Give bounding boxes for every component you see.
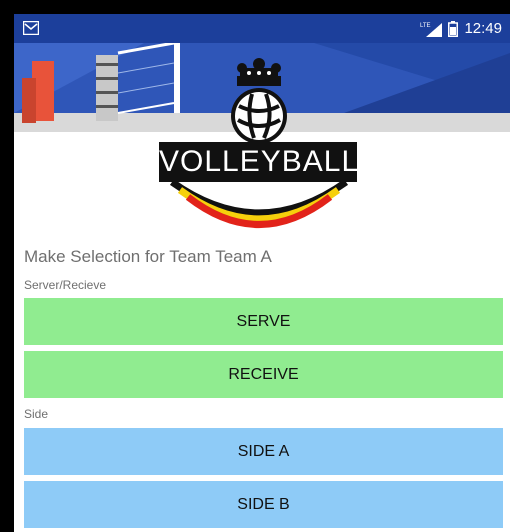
status-time: 12:49: [464, 20, 502, 37]
crown-icon: [237, 58, 281, 86]
email-notification-icon: [23, 21, 39, 35]
flag-arcs-graphic: [169, 179, 349, 228]
svg-text:LTE: LTE: [420, 23, 431, 29]
battery-icon: [448, 20, 459, 37]
status-bar: LTE 12:49: [14, 14, 510, 43]
app-screen: LTE 12:49 VOLLEYBALL Make Selection for …: [14, 14, 510, 532]
signal-lte-icon: LTE: [420, 22, 443, 37]
side-label: Side: [24, 407, 49, 421]
side-a-button[interactable]: SIDE A: [24, 428, 503, 475]
receive-button[interactable]: RECEIVE: [24, 351, 503, 398]
serve-receive-label: Server/Recieve: [24, 278, 107, 292]
volleyball-icon: [231, 88, 287, 144]
device-frame: LTE 12:49 VOLLEYBALL Make Selection for …: [0, 0, 510, 532]
status-icons: LTE 12:49: [420, 14, 502, 43]
side-b-button[interactable]: SIDE B: [24, 481, 503, 528]
serve-button[interactable]: SERVE: [24, 298, 503, 345]
logo-title: VOLLEYBALL: [159, 142, 358, 182]
selection-title: Make Selection for Team Team A: [24, 247, 272, 266]
volleyball-logo: VOLLEYBALL: [154, 54, 364, 234]
